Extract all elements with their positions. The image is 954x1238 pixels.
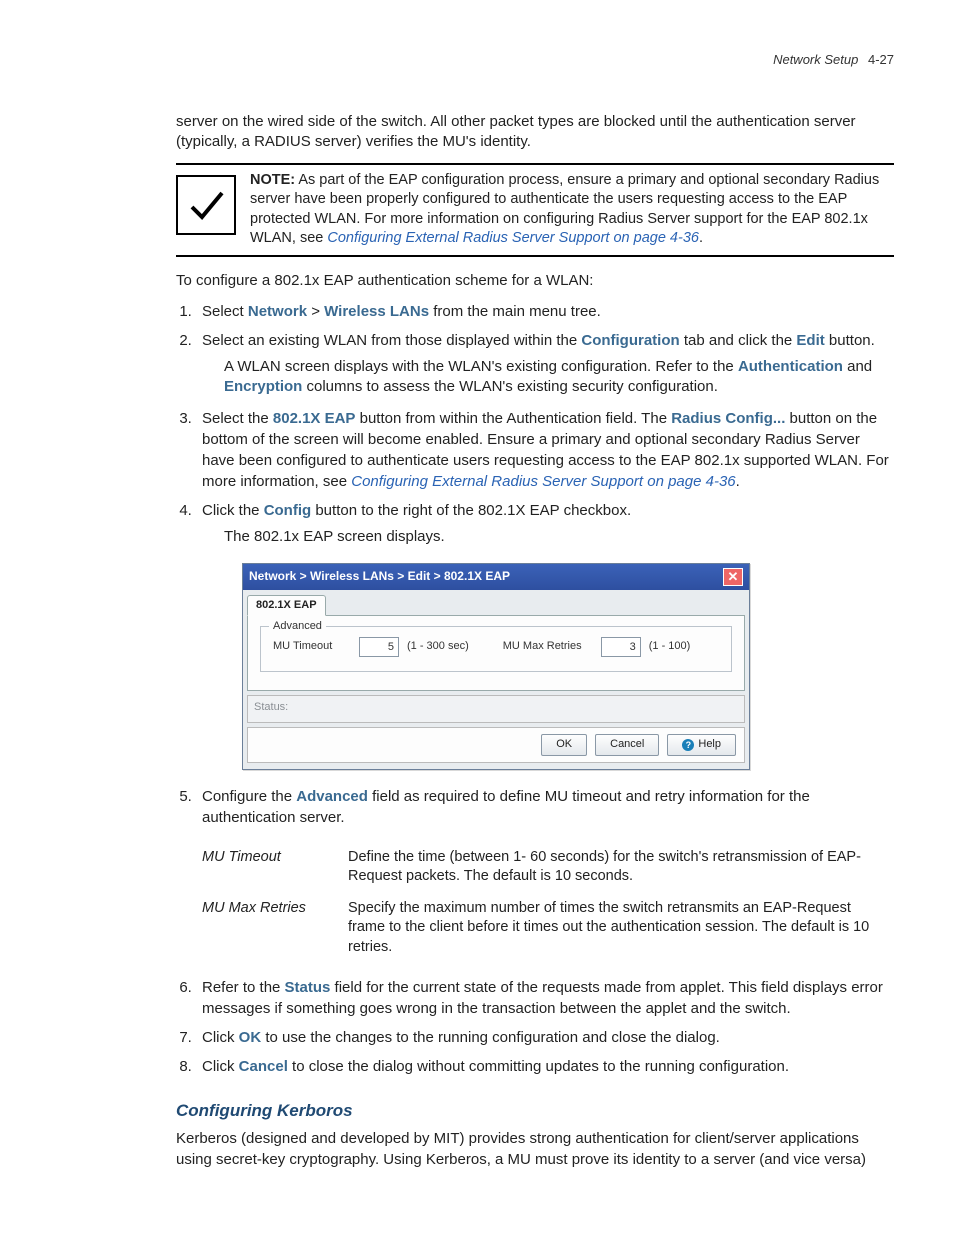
status-bar: Status: [247, 695, 745, 723]
eap-button-ref: 802.1X EAP [273, 410, 356, 427]
step-4-detail: The 802.1x EAP screen displays. [224, 527, 894, 547]
advanced-field-ref: Advanced [296, 788, 368, 805]
steps-list: Select Network > Wireless LANs from the … [176, 301, 894, 1077]
section-paragraph: Kerberos (designed and developed by MIT)… [176, 1129, 894, 1170]
menu-network: Network [248, 303, 307, 320]
running-header: Network Setup 4-27 [773, 52, 894, 67]
section-heading: Configuring Kerboros [176, 1101, 894, 1121]
step-3: Select the 802.1X EAP button from within… [196, 408, 894, 492]
status-field-ref: Status [285, 979, 331, 996]
step-1: Select Network > Wireless LANs from the … [196, 301, 894, 322]
mu-retries-input[interactable]: 3 [601, 637, 641, 657]
dialog-breadcrumb: Network > Wireless LANs > Edit > 802.1X … [249, 568, 510, 585]
checkmark-icon [176, 175, 236, 235]
dialog-buttons: OK Cancel ?Help [247, 727, 745, 762]
help-button[interactable]: ?Help [667, 734, 736, 755]
dialog-tabs: 802.1X EAP [243, 590, 749, 615]
help-icon: ? [682, 739, 694, 751]
col-authentication: Authentication [738, 358, 843, 375]
step-5: Configure the Advanced field as required… [196, 786, 894, 964]
step-3-link[interactable]: Configuring External Radius Server Suppo… [351, 473, 735, 490]
fieldset-legend: Advanced [269, 619, 326, 634]
mu-timeout-hint: (1 - 300 sec) [407, 639, 469, 654]
def-term: MU Max Retries [202, 893, 348, 964]
config-button-ref: Config [264, 502, 311, 519]
close-icon[interactable]: ✕ [723, 568, 743, 586]
mu-timeout-label: MU Timeout [273, 639, 351, 654]
note-text-b: . [699, 230, 703, 246]
menu-wireless-lans: Wireless LANs [324, 303, 429, 320]
tab-eap[interactable]: 802.1X EAP [247, 595, 326, 616]
step-7: Click OK to use the changes to the runni… [196, 1027, 894, 1048]
header-page-number: 4-27 [868, 52, 894, 67]
header-title: Network Setup [773, 52, 858, 67]
step-8: Click Cancel to close the dialog without… [196, 1056, 894, 1077]
radius-config-ref: Radius Config... [671, 410, 785, 427]
note-label: NOTE: [250, 172, 295, 188]
note-callout: NOTE: As part of the EAP configuration p… [176, 163, 894, 257]
dialog-panel: Advanced MU Timeout 5 (1 - 300 sec) MU M… [247, 615, 745, 691]
def-desc: Specify the maximum number of times the … [348, 893, 894, 964]
cancel-button[interactable]: Cancel [595, 734, 659, 755]
step-2: Select an existing WLAN from those displ… [196, 330, 894, 398]
step-6: Refer to the Status field for the curren… [196, 977, 894, 1019]
mu-timeout-input[interactable]: 5 [359, 637, 399, 657]
lead-paragraph: To configure a 802.1x EAP authentication… [176, 271, 894, 291]
dialog-titlebar: Network > Wireless LANs > Edit > 802.1X … [243, 564, 749, 590]
edit-button-ref: Edit [796, 332, 824, 349]
cancel-ref: Cancel [239, 1058, 288, 1075]
advanced-fieldset: Advanced MU Timeout 5 (1 - 300 sec) MU M… [260, 626, 732, 672]
status-label: Status: [254, 701, 288, 713]
tab-configuration: Configuration [581, 332, 679, 349]
definitions-table: MU Timeout Define the time (between 1- 6… [202, 842, 894, 964]
ok-button[interactable]: OK [541, 734, 587, 755]
table-row: MU Timeout Define the time (between 1- 6… [202, 842, 894, 893]
ok-ref: OK [239, 1029, 262, 1046]
eap-dialog: Network > Wireless LANs > Edit > 802.1X … [242, 563, 750, 770]
step-4: Click the Config button to the right of … [196, 500, 894, 770]
def-term: MU Timeout [202, 842, 348, 893]
note-body: NOTE: As part of the EAP configuration p… [250, 171, 894, 249]
col-encryption: Encryption [224, 378, 302, 395]
step-2-detail: A WLAN screen displays with the WLAN's e… [224, 357, 894, 398]
def-desc: Define the time (between 1- 60 seconds) … [348, 842, 894, 893]
page: Network Setup 4-27 server on the wired s… [0, 0, 954, 1238]
mu-retries-label: MU Max Retries [503, 639, 593, 654]
note-link[interactable]: Configuring External Radius Server Suppo… [327, 230, 699, 246]
intro-paragraph: server on the wired side of the switch. … [176, 112, 894, 153]
mu-retries-hint: (1 - 100) [649, 639, 691, 654]
table-row: MU Max Retries Specify the maximum numbe… [202, 893, 894, 964]
